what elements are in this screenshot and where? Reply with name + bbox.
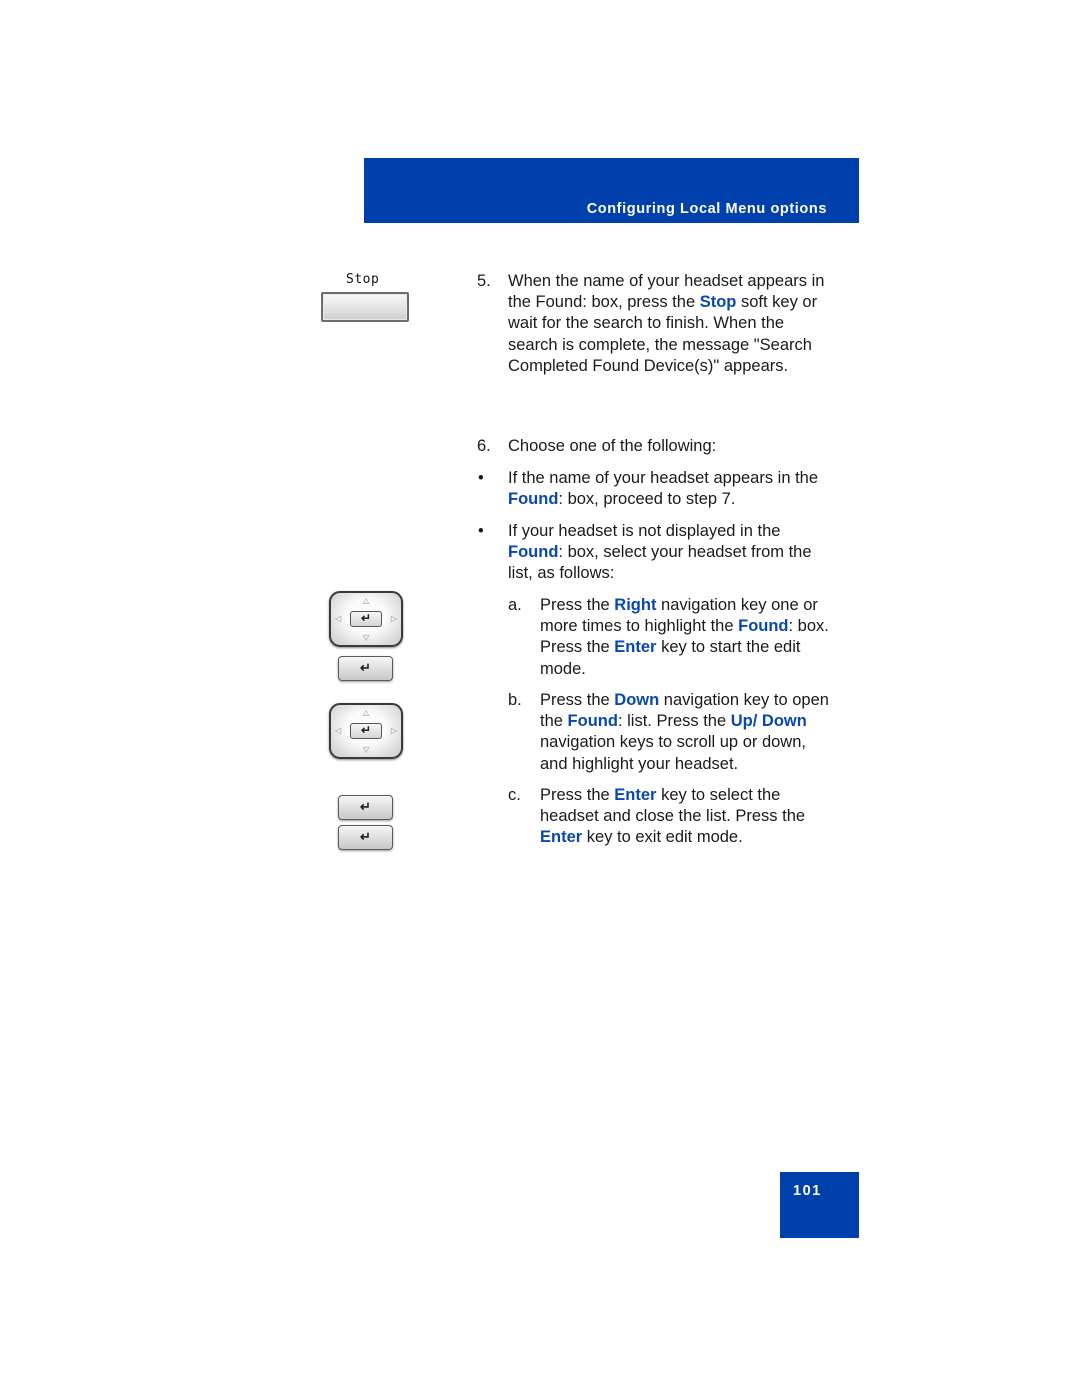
arrow-down-icon: ▽ xyxy=(363,633,370,642)
enter-key-icon: ↵ xyxy=(338,656,393,681)
step-5-text: When the name of your headset appears in… xyxy=(508,271,830,377)
enter-icon: ↵ xyxy=(360,799,371,814)
substep-marker: c. xyxy=(508,786,521,804)
step-6-text: Choose one of the following: xyxy=(508,437,717,455)
substep-c-text: Press the Enter key to select the headse… xyxy=(540,785,832,849)
substep-b-text: Press the Down navigation key to open th… xyxy=(540,690,832,775)
enter-center-key: ↵ xyxy=(350,723,382,739)
step-number: 5. xyxy=(477,272,491,290)
keyword-stop: Stop xyxy=(699,293,737,312)
step-text-segment: navigation keys to scroll up or down, an… xyxy=(540,733,806,773)
stop-softkey-icon xyxy=(321,292,409,322)
page-number: 101 xyxy=(793,1183,822,1199)
substep-marker: a. xyxy=(508,596,522,614)
arrow-down-icon: ▽ xyxy=(363,745,370,754)
substep-marker: b. xyxy=(508,691,522,709)
bullet-marker: • xyxy=(478,469,484,487)
arrow-up-icon: △ xyxy=(363,708,370,717)
step-text-segment: Press the xyxy=(540,786,615,804)
step-text-segment: Press the xyxy=(540,691,615,709)
keyword-up-down: Up/ Down xyxy=(730,712,807,731)
enter-icon: ↵ xyxy=(360,723,372,737)
step-text-segment: If your headset is not displayed in the xyxy=(508,522,781,540)
navigation-cluster-icon: △ ◁ ▷ ▽ ↵ xyxy=(329,703,403,759)
arrow-left-icon: ◁ xyxy=(335,614,342,623)
page-title: Configuring Local Menu options xyxy=(586,201,827,217)
keyword-found: Found xyxy=(738,617,789,636)
navigation-cluster-icon: △ ◁ ▷ ▽ ↵ xyxy=(329,591,403,647)
step-text-segment: : list. Press the xyxy=(617,712,731,731)
enter-center-key: ↵ xyxy=(350,611,382,627)
arrow-left-icon: ◁ xyxy=(335,726,342,735)
header-band: Configuring Local Menu options xyxy=(364,158,859,223)
step-text-segment: If the name of your headset appears in t… xyxy=(508,469,819,487)
enter-icon: ↵ xyxy=(360,829,371,844)
substep-a-text: Press the Right navigation key one or mo… xyxy=(540,595,830,680)
keyword-found: Found xyxy=(508,490,559,509)
arrow-up-icon: △ xyxy=(363,596,370,605)
keyword-enter: Enter xyxy=(614,786,657,804)
bullet-item: If the name of your headset appears in t… xyxy=(508,468,826,510)
arrow-right-icon: ▷ xyxy=(390,726,397,735)
step-number: 6. xyxy=(477,437,491,455)
keyword-down: Down xyxy=(614,691,660,709)
enter-key-icon: ↵ xyxy=(338,825,393,850)
keyword-found: Found xyxy=(508,543,559,562)
enter-icon: ↵ xyxy=(360,611,372,625)
enter-icon: ↵ xyxy=(360,660,371,675)
step-text-segment: Press the xyxy=(540,596,615,614)
keyword-enter: Enter xyxy=(540,828,583,847)
enter-key-icon: ↵ xyxy=(338,795,393,820)
bullet-item: If your headset is not displayed in the … xyxy=(508,521,818,585)
step-text-segment: : box, proceed to step 7. xyxy=(558,490,736,509)
keyword-right: Right xyxy=(614,596,657,614)
bullet-marker: • xyxy=(478,522,484,540)
arrow-right-icon: ▷ xyxy=(390,614,397,623)
keyword-found: Found xyxy=(567,712,618,731)
stop-softkey-label: Stop xyxy=(346,272,380,287)
page-number-box: 101 xyxy=(780,1172,859,1238)
keyword-enter: Enter xyxy=(614,638,657,657)
step-text-segment: key to exit edit mode. xyxy=(582,828,743,847)
